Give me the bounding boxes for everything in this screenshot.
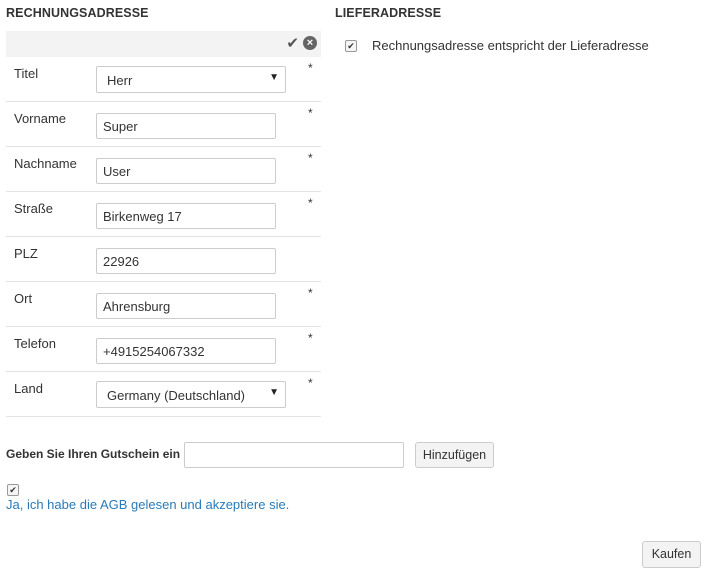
close-circle-icon[interactable]: × — [303, 36, 317, 50]
field-label-lastname: Nachname — [14, 156, 77, 171]
billing-form: ✔ × Titel Herr ▼ * Vorname * Nachname * … — [6, 31, 321, 417]
field-label-title: Titel — [14, 66, 39, 81]
title-select-value: Herr — [107, 73, 133, 88]
terms-link[interactable]: Ja, ich habe die AGB gelesen und akzepti… — [6, 497, 289, 512]
required-marker: * — [308, 331, 313, 345]
form-row-lastname: Nachname * — [6, 147, 321, 192]
same-address-label[interactable]: Rechnungsadresse entspricht der Lieferad… — [372, 38, 649, 53]
shipping-address-title: LIEFERADRESSE — [335, 6, 442, 20]
field-label-firstname: Vorname — [14, 111, 67, 126]
form-row-zip: PLZ — [6, 237, 321, 282]
coupon-input[interactable] — [184, 442, 404, 468]
same-address-checkbox[interactable]: ✔ — [345, 40, 357, 52]
phone-input[interactable] — [96, 338, 276, 364]
coupon-label: Geben Sie Ihren Gutschein ein — [6, 447, 181, 461]
country-select[interactable]: Germany (Deutschland) ▼ — [96, 381, 286, 408]
required-marker: * — [308, 196, 313, 210]
terms-checkbox[interactable]: ✔ — [7, 484, 19, 496]
required-marker: * — [308, 106, 313, 120]
checkmark-icon: ✔ — [9, 485, 17, 495]
required-marker: * — [308, 376, 313, 390]
country-select-value: Germany (Deutschland) — [107, 388, 245, 403]
field-label-zip: PLZ — [14, 246, 38, 261]
billing-form-header: ✔ × — [6, 31, 321, 57]
required-marker: * — [308, 151, 313, 165]
field-label-city: Ort — [14, 291, 33, 306]
form-row-title: Titel Herr ▼ * — [6, 57, 321, 102]
required-marker: * — [308, 61, 313, 75]
lastname-input[interactable] — [96, 158, 276, 184]
dropdown-arrow-icon: ▼ — [269, 387, 279, 398]
form-row-firstname: Vorname * — [6, 102, 321, 147]
add-coupon-button[interactable]: Hinzufügen — [415, 442, 494, 468]
street-input[interactable] — [96, 203, 276, 229]
field-label-street: Straße — [14, 201, 54, 216]
form-row-street: Straße * — [6, 192, 321, 237]
zip-input[interactable] — [96, 248, 276, 274]
required-marker: * — [308, 286, 313, 300]
field-label-country: Land — [14, 381, 43, 396]
field-label-phone: Telefon — [14, 336, 56, 351]
city-input[interactable] — [96, 293, 276, 319]
checkmark-icon: ✔ — [347, 41, 355, 51]
billing-address-title: RECHNUNGSADRESSE — [6, 6, 149, 20]
form-row-phone: Telefon * — [6, 327, 321, 372]
form-row-country: Land Germany (Deutschland) ▼ * — [6, 372, 321, 417]
form-row-city: Ort * — [6, 282, 321, 327]
buy-button[interactable]: Kaufen — [642, 541, 701, 568]
title-select[interactable]: Herr ▼ — [96, 66, 286, 93]
firstname-input[interactable] — [96, 113, 276, 139]
check-icon[interactable]: ✔ — [286, 36, 299, 51]
dropdown-arrow-icon: ▼ — [269, 72, 279, 83]
